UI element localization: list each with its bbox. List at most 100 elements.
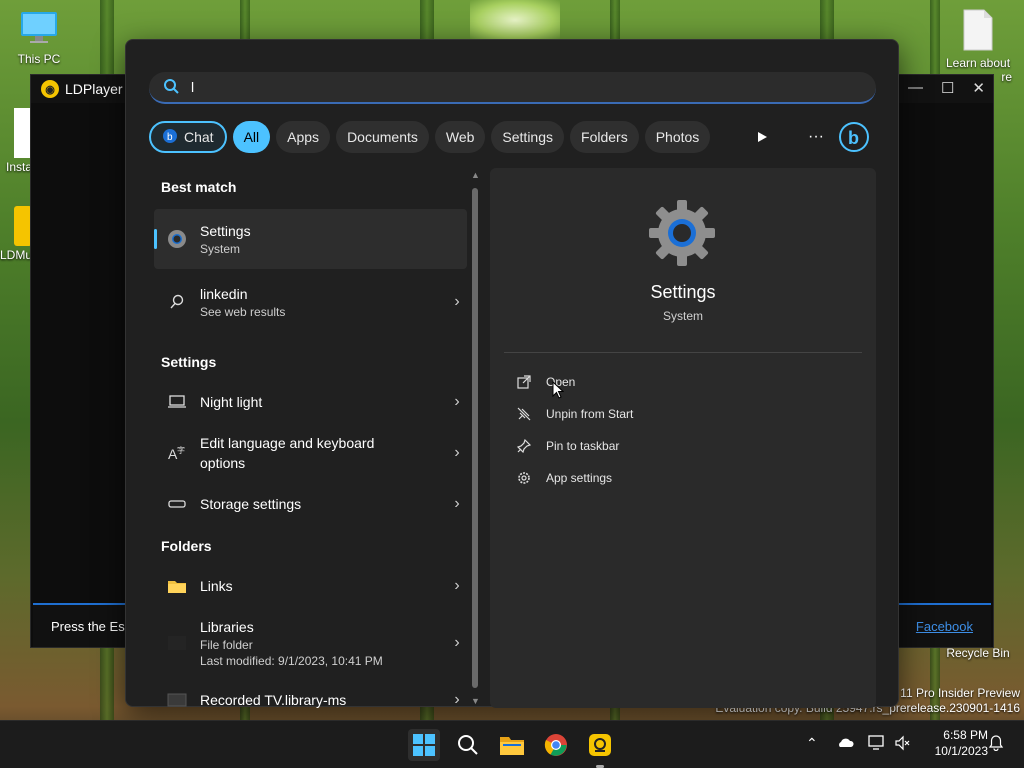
window-controls: — ☐ ✕ (908, 79, 985, 97)
chip-all[interactable]: All (232, 121, 271, 153)
chevron-right-icon[interactable]: › (447, 495, 467, 513)
chevron-right-icon[interactable]: › (447, 577, 467, 595)
result-title: Settings (200, 223, 251, 239)
start-search-panel: l b Chat All Apps Documents Web Settings… (125, 39, 899, 708)
chrome-button[interactable] (540, 729, 572, 761)
preview-subtitle: System (662, 309, 703, 323)
result-links-folder[interactable]: Links › (154, 568, 467, 604)
best-match-header: Best match (161, 179, 237, 195)
result-web-linkedin[interactable]: linkedin See web results › (154, 280, 467, 324)
chip-label: All (243, 129, 260, 145)
chip-photos[interactable]: Photos (644, 121, 711, 153)
chevron-right-icon[interactable]: › (447, 444, 467, 462)
desktop-icon-this-pc[interactable]: This PC (3, 8, 75, 66)
desktop-icon-learn-about[interactable]: Learn about re (938, 8, 1018, 84)
result-title: Storage settings (200, 496, 302, 512)
search-icon (163, 78, 179, 97)
chip-label: Apps (287, 129, 320, 145)
monitor-icon (19, 8, 59, 48)
result-storage-settings[interactable]: Storage settings › (154, 486, 467, 522)
preview-pane: Settings System Open Unpin from Start Pi… (490, 168, 876, 708)
action-app-settings[interactable]: App settings (516, 470, 612, 486)
close-icon[interactable]: ✕ (972, 79, 985, 97)
results-scrollbar[interactable]: ▲ ▼ (471, 170, 480, 706)
bing-icon: b (839, 122, 869, 152)
desktop-icon-recycle-bin[interactable]: Recycle Bin (938, 646, 1018, 660)
notifications-button[interactable] (988, 735, 1004, 754)
result-night-light[interactable]: Night light › (154, 384, 467, 420)
scroll-up-icon[interactable]: ▲ (471, 170, 480, 180)
chevron-right-icon[interactable]: › (447, 293, 467, 311)
chip-label: Chat (184, 129, 214, 145)
result-settings-app[interactable]: Settings System (154, 209, 467, 269)
network-icon[interactable] (868, 735, 886, 754)
result-subtitle: File folder (200, 638, 253, 652)
maximize-icon[interactable]: ☐ (941, 79, 954, 97)
minimize-icon[interactable]: — (908, 79, 923, 97)
settings-gear-icon (166, 228, 188, 250)
taskbar-search-button[interactable] (452, 729, 484, 761)
search-input[interactable]: l (149, 72, 876, 104)
desktop-icon-label: Learn about (945, 56, 1011, 70)
library-file-icon (166, 693, 188, 707)
desktop-icon-label: Recycle Bin (946, 646, 1010, 660)
storage-drive-icon (166, 499, 188, 509)
show-hidden-icons-button[interactable]: ⌃ (806, 735, 818, 752)
windows-logo-icon (413, 734, 435, 756)
chip-folders[interactable]: Folders (570, 121, 639, 153)
result-edit-language-keyboard[interactable]: A字 Edit language and keyboard options › (154, 428, 467, 478)
scroll-thumb[interactable] (472, 188, 478, 688)
volume-muted-icon[interactable] (894, 735, 910, 754)
clock-date: 10/1/2023 (934, 744, 988, 758)
result-recorded-tv[interactable]: Recorded TV.library-ms › (154, 682, 467, 708)
ldplayer-logo-icon: ◉ (41, 80, 59, 98)
play-more-chips-button[interactable] (746, 121, 778, 153)
language-icon: A字 (166, 444, 188, 462)
facebook-link[interactable]: Facebook (916, 619, 973, 634)
chevron-right-icon[interactable]: › (447, 393, 467, 411)
chip-label: Web (445, 129, 475, 145)
chip-documents[interactable]: Documents (336, 121, 429, 153)
action-open[interactable]: Open (516, 374, 575, 390)
bing-button[interactable]: b (838, 121, 870, 153)
file-explorer-button[interactable] (496, 729, 528, 761)
onedrive-icon[interactable] (836, 735, 854, 752)
chip-web[interactable]: Web (434, 121, 486, 153)
search-icon (458, 735, 478, 755)
laptop-icon (166, 395, 188, 409)
action-unpin-from-start[interactable]: Unpin from Start (516, 406, 633, 422)
chrome-icon (544, 734, 567, 756)
chip-chat[interactable]: b Chat (149, 121, 227, 153)
chevron-right-icon[interactable]: › (447, 691, 467, 708)
more-options-button[interactable]: ··· (800, 121, 832, 153)
chip-apps[interactable]: Apps (276, 121, 331, 153)
selection-indicator (154, 229, 157, 249)
ldplayer-icon (589, 734, 611, 756)
result-libraries[interactable]: Libraries File folder Last modified: 9/1… (154, 612, 467, 674)
result-title: Recorded TV.library-ms (200, 692, 347, 708)
divider (504, 352, 862, 353)
taskbar: ⌃ 6:58 PM 10/1/2023 (0, 720, 1024, 768)
desktop-icon-ldmu[interactable]: LDMu (0, 206, 32, 262)
chip-label: Folders (581, 129, 628, 145)
start-button[interactable] (408, 729, 440, 761)
folder-icon (500, 737, 524, 755)
scroll-down-icon[interactable]: ▼ (471, 696, 480, 706)
library-icon (166, 634, 188, 652)
pin-icon (516, 438, 532, 454)
folders-section-header: Folders (161, 538, 212, 554)
action-label: Pin to taskbar (546, 439, 620, 453)
desktop-icon-insta[interactable]: Insta (0, 108, 32, 174)
result-title: Night light (200, 394, 263, 410)
clock[interactable]: 6:58 PM 10/1/2023 (935, 727, 988, 759)
unpin-icon (516, 406, 532, 422)
preview-title: Settings (650, 282, 716, 302)
ldplayer-taskbar-button[interactable] (584, 729, 616, 761)
chip-label: Settings (502, 129, 554, 145)
chevron-right-icon[interactable]: › (447, 634, 467, 652)
svg-text:字: 字 (177, 445, 185, 455)
result-subtitle: See web results (200, 305, 286, 319)
settings-section-header: Settings (161, 354, 217, 370)
action-pin-to-taskbar[interactable]: Pin to taskbar (516, 438, 619, 454)
chip-settings[interactable]: Settings (491, 121, 565, 153)
